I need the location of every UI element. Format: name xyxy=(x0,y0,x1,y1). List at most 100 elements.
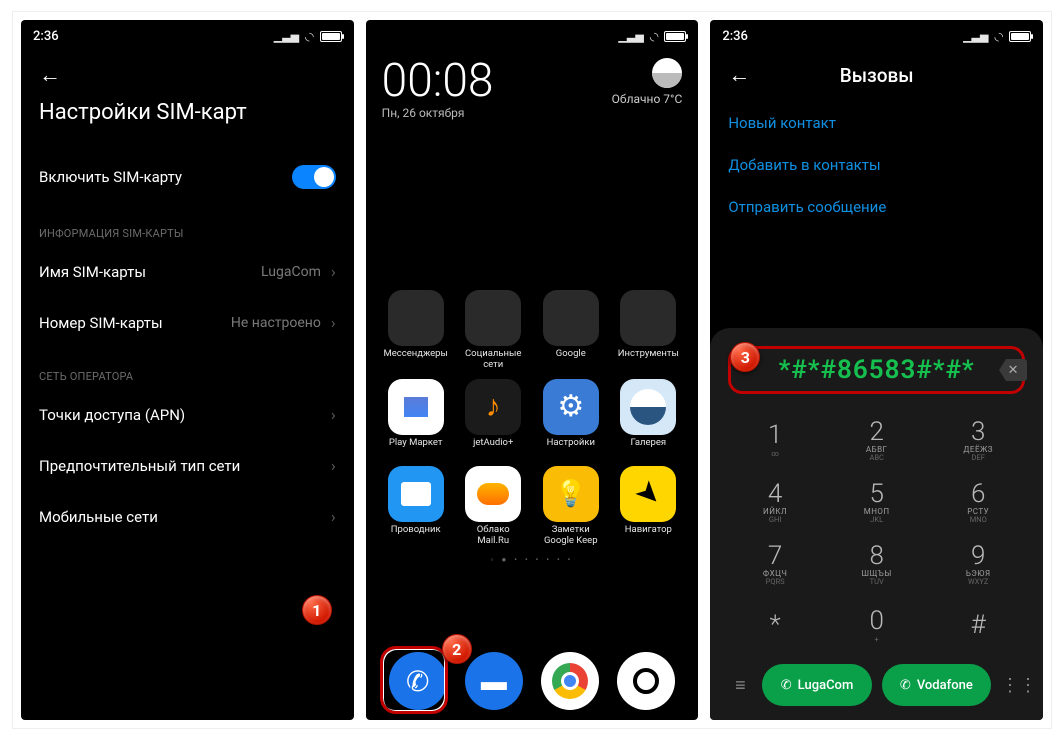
folder-icon xyxy=(465,290,521,346)
apn-label: Точки доступа (APN) xyxy=(39,406,185,424)
key-1[interactable]: 1∞ xyxy=(724,408,826,470)
new-contact-link[interactable]: Новый контакт xyxy=(728,102,1025,144)
back-button[interactable]: ← xyxy=(21,52,354,88)
menu-button[interactable]: ≡ xyxy=(728,675,752,696)
app-icon xyxy=(388,379,444,435)
app-label: Облако Mail.Ru xyxy=(455,525,531,547)
key-5[interactable]: 5МНОПJKL xyxy=(826,470,928,532)
sim-number-row[interactable]: Номер SIM-карты Не настроено› xyxy=(21,297,354,348)
app-1[interactable]: Облако Mail.Ru xyxy=(455,466,531,547)
folder-icon xyxy=(388,290,444,346)
status-bar: 2:36 ▁▃▅ ◟◝ xyxy=(710,20,1043,52)
key-2[interactable]: 2АБВГABC xyxy=(826,408,928,470)
key-*[interactable]: * xyxy=(724,594,826,656)
add-to-contacts-link[interactable]: Добавить в контакты xyxy=(728,144,1025,186)
app-label: Инструменты xyxy=(610,349,686,369)
back-button[interactable]: ← xyxy=(728,62,750,88)
signal-icon: ▁▃▅ xyxy=(274,30,299,43)
page-title: Настройки SIM-карт xyxy=(21,88,354,149)
dial-panel: *#*#86583#*#* ✕ 1∞2АБВГABC3ДЕЁЖЗDEF4ИЙКЛ… xyxy=(710,328,1043,720)
sim1-label: LugaCom xyxy=(798,678,854,693)
app-0[interactable]: Проводник xyxy=(378,466,454,547)
key-6[interactable]: 6РСТУMNO xyxy=(927,470,1029,532)
status-time: 2:36 xyxy=(33,29,59,44)
folder-1[interactable]: Социальные сети xyxy=(455,290,531,371)
key-0[interactable]: 0+ xyxy=(826,594,928,656)
folder-2[interactable]: Google xyxy=(533,290,609,371)
signal-icon: ▁▃▅ xyxy=(963,30,988,43)
app-icon: ➤ xyxy=(620,466,676,522)
app-jetAudio+[interactable]: ♪ jetAudio+ xyxy=(455,379,531,458)
app-icon: ♪ xyxy=(465,379,521,435)
chevron-right-icon: › xyxy=(331,262,336,281)
clock-widget[interactable]: 00:08 xyxy=(382,58,494,104)
wifi-icon: ◟◝ xyxy=(994,30,1003,43)
send-message-link[interactable]: Отправить сообщение xyxy=(728,186,1025,228)
highlight-box: *#*#86583#*#* xyxy=(728,346,1025,394)
weather-widget[interactable]: Облачно 7°С xyxy=(612,58,683,106)
dock-chrome-app[interactable] xyxy=(532,652,608,710)
mobile-networks-row[interactable]: Мобильные сети › xyxy=(21,491,354,542)
app-3[interactable]: ➤Навигатор xyxy=(610,466,686,547)
app-label: jetAudio+ xyxy=(455,438,531,458)
enable-sim-row[interactable]: Включить SIM-карту xyxy=(21,149,354,205)
page-indicator: ◦ ● • • • • • • xyxy=(366,555,699,564)
battery-icon xyxy=(1009,31,1031,42)
dock-camera-app[interactable] xyxy=(608,652,684,710)
app-Галерея[interactable]: Галерея xyxy=(610,379,686,458)
network-type-row[interactable]: Предпочтительный тип сети › xyxy=(21,440,354,491)
app-label: Проводник xyxy=(378,525,454,545)
date-widget: Пн, 26 октября xyxy=(382,106,494,120)
dial-input[interactable]: *#*#86583#*#* xyxy=(779,355,975,385)
battery-icon xyxy=(664,31,686,42)
chat-icon: ▬ xyxy=(481,666,507,697)
chevron-right-icon: › xyxy=(331,313,336,332)
sim-name-row[interactable]: Имя SIM-карты LugaCom› xyxy=(21,246,354,297)
key-7[interactable]: 7ФХЦЧPQRS xyxy=(724,532,826,594)
key-#[interactable]: # xyxy=(927,594,1029,656)
chevron-right-icon: › xyxy=(331,456,336,475)
app-2[interactable]: 💡 Заметки Google Keep xyxy=(533,466,609,547)
phone-settings: 2:36 ▁▃▅ ◟◝ ← Настройки SIM-карт Включит… xyxy=(21,20,354,720)
sim-number-label: Номер SIM-карты xyxy=(39,314,163,332)
folder-0[interactable]: Мессенджеры xyxy=(378,290,454,371)
app-label: Google xyxy=(533,349,609,369)
enable-sim-toggle[interactable] xyxy=(292,165,336,189)
camera-icon xyxy=(633,668,659,694)
app-label: Галерея xyxy=(610,438,686,458)
key-9[interactable]: 9ЬЭЮЯWXYZ xyxy=(927,532,1029,594)
app-label: Настройки xyxy=(533,438,609,458)
phone-homescreen: ▁▃▅ ◟◝ 00:08 Пн, 26 октября Облачно 7°С … xyxy=(366,20,699,720)
phone-icon: ✆ xyxy=(781,678,792,693)
sim-name-label: Имя SIM-карты xyxy=(39,263,146,281)
phone-icon: ✆ xyxy=(900,678,911,693)
enable-sim-label: Включить SIM-карту xyxy=(39,168,182,186)
keypad-toggle-button[interactable]: ⋮⋮⋮ xyxy=(1001,675,1025,696)
chrome-icon xyxy=(552,663,588,699)
chevron-right-icon: › xyxy=(331,507,336,526)
apn-row[interactable]: Точки доступа (APN) › xyxy=(21,389,354,440)
app-Play Маркет[interactable]: Play Маркет xyxy=(378,379,454,458)
app-icon: 💡 xyxy=(543,466,599,522)
key-8[interactable]: 8ШЩЪЫTUV xyxy=(826,532,928,594)
dialer-title: Вызовы xyxy=(750,64,1025,87)
step-badge-1: 1 xyxy=(302,595,332,625)
call-sim2-button[interactable]: ✆ Vodafone xyxy=(882,664,991,706)
section-sim-info: ИНФОРМАЦИЯ SIM-КАРТЫ xyxy=(21,205,354,246)
dock-messages-app[interactable]: ▬ xyxy=(456,652,532,710)
sim2-label: Vodafone xyxy=(917,678,973,693)
app-Настройки[interactable]: ⚙Настройки xyxy=(533,379,609,458)
wifi-icon: ◟◝ xyxy=(650,30,659,43)
app-label: Play Маркет xyxy=(378,438,454,458)
key-3[interactable]: 3ДЕЁЖЗDEF xyxy=(927,408,1029,470)
app-label: Заметки Google Keep xyxy=(533,525,609,547)
section-operator: СЕТЬ ОПЕРАТОРА xyxy=(21,348,354,389)
app-label: Мессенджеры xyxy=(378,349,454,369)
signal-icon: ▁▃▅ xyxy=(618,30,643,43)
folder-3[interactable]: Инструменты xyxy=(610,290,686,371)
status-bar: 2:36 ▁▃▅ ◟◝ xyxy=(21,20,354,52)
mobile-networks-label: Мобильные сети xyxy=(39,508,158,526)
call-sim1-button[interactable]: ✆ LugaCom xyxy=(762,664,871,706)
status-bar: ▁▃▅ ◟◝ xyxy=(366,20,699,52)
key-4[interactable]: 4ИЙКЛGHI xyxy=(724,470,826,532)
